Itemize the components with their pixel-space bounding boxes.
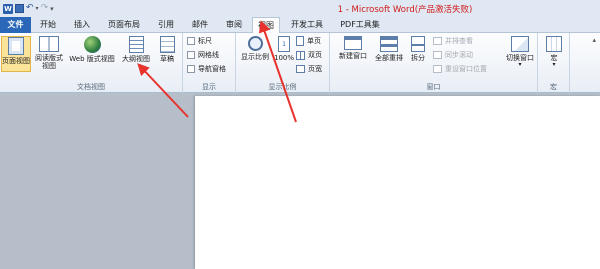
- macros-button[interactable]: 宏 ▾: [542, 36, 566, 76]
- page-100-icon: 1: [278, 36, 290, 52]
- reading-layout-button[interactable]: 阅读版式视图: [33, 36, 65, 78]
- side-by-side-button[interactable]: 并排查看: [433, 36, 473, 46]
- collapse-ribbon-icon[interactable]: ▴: [592, 36, 596, 44]
- window-title: 1 - Microsoft Word(产品激活失败): [337, 5, 473, 15]
- web-layout-icon: [83, 36, 101, 53]
- title-bar: W ↶ ▾ ↷ ▾ 1 - Microsoft Word(产品激活失败): [0, 0, 600, 17]
- zoom-button[interactable]: 显示比例: [238, 36, 272, 72]
- dropdown-arrow-icon: ▾: [552, 61, 556, 68]
- tab-mailings[interactable]: 邮件: [186, 17, 214, 33]
- draft-view-icon: [159, 36, 175, 53]
- document-workspace: [0, 94, 600, 269]
- tab-developer[interactable]: 开发工具: [284, 17, 330, 33]
- sync-scroll-button[interactable]: 同步滚动: [433, 50, 473, 60]
- tab-insert[interactable]: 插入: [68, 17, 96, 33]
- print-layout-button[interactable]: 页面视图: [1, 36, 31, 72]
- macros-icon: [546, 36, 562, 52]
- outline-view-icon: [128, 36, 144, 53]
- arrange-all-icon: [380, 36, 398, 52]
- sync-scroll-icon: [433, 51, 442, 59]
- tab-page-layout[interactable]: 页面布局: [102, 17, 146, 33]
- two-pages-icon: [296, 50, 305, 60]
- reading-layout-icon: [39, 36, 59, 52]
- page-width-icon: [296, 65, 305, 73]
- switch-windows-button[interactable]: 切换窗口 ▾: [503, 36, 537, 76]
- group-macros: 宏 ▾ 宏: [538, 33, 570, 93]
- draft-view-button[interactable]: 草稿: [154, 36, 180, 72]
- one-page-button[interactable]: 单页: [296, 36, 321, 46]
- new-window-icon: [344, 36, 362, 50]
- arrange-all-button[interactable]: 全部重排: [372, 36, 406, 72]
- tab-references[interactable]: 引用: [152, 17, 180, 33]
- reset-position-icon: [433, 65, 442, 73]
- side-by-side-icon: [433, 37, 442, 45]
- tab-pdf-tools[interactable]: PDF工具集: [334, 17, 386, 33]
- reset-window-position-button[interactable]: 重设窗口位置: [433, 64, 487, 74]
- checkbox-icon: [187, 51, 195, 59]
- group-show: 标尺 网格线 导航窗格 显示: [183, 33, 236, 93]
- group-label-zoom: 显示比例: [268, 83, 297, 91]
- group-document-views: 页面视图 阅读版式视图 Web 版式视图 大纲视图 草稿 文档视图: [0, 33, 183, 93]
- group-window: 新建窗口 全部重排 拆分 并排查看 同步滚动 重设窗口位置 切换窗口 ▾ 窗口: [330, 33, 538, 93]
- checkbox-icon: [187, 65, 195, 73]
- split-icon: [411, 36, 425, 52]
- ruler-checkbox[interactable]: 标尺: [187, 36, 212, 46]
- group-zoom: 显示比例 1 100% 单页 双页 页宽 显示比例: [236, 33, 330, 93]
- page-width-button[interactable]: 页宽: [296, 64, 322, 74]
- web-layout-button[interactable]: Web 版式视图: [66, 36, 118, 72]
- print-layout-icon: [8, 37, 24, 55]
- group-label-window: 窗口: [426, 83, 441, 91]
- tab-review[interactable]: 审阅: [220, 17, 248, 33]
- tab-file[interactable]: 文件: [0, 17, 31, 33]
- ribbon: 页面视图 阅读版式视图 Web 版式视图 大纲视图 草稿 文档视图 标尺 网格线: [0, 33, 600, 93]
- group-label-document-views: 文档视图: [77, 83, 105, 91]
- zoom-100-button[interactable]: 1 100%: [273, 36, 295, 72]
- checkbox-icon: [187, 37, 195, 45]
- switch-windows-icon: [511, 36, 529, 52]
- nav-pane-checkbox[interactable]: 导航窗格: [187, 64, 226, 74]
- tab-view[interactable]: 视图: [252, 17, 280, 34]
- document-page[interactable]: [195, 96, 600, 269]
- ribbon-tabs: 文件 开始 插入 页面布局 引用 邮件 审阅 视图 开发工具 PDF工具集: [0, 17, 600, 34]
- outline-view-button[interactable]: 大纲视图: [119, 36, 153, 72]
- tab-home[interactable]: 开始: [34, 17, 62, 33]
- group-label-macros: 宏: [550, 83, 557, 91]
- magnifier-icon: [247, 36, 263, 51]
- two-pages-button[interactable]: 双页: [296, 50, 322, 60]
- split-button[interactable]: 拆分: [408, 36, 428, 72]
- gridlines-checkbox[interactable]: 网格线: [187, 50, 219, 60]
- group-label-show: 显示: [202, 83, 216, 91]
- one-page-icon: [296, 36, 304, 46]
- new-window-button[interactable]: 新建窗口: [336, 36, 370, 72]
- dropdown-arrow-icon: ▾: [518, 61, 522, 68]
